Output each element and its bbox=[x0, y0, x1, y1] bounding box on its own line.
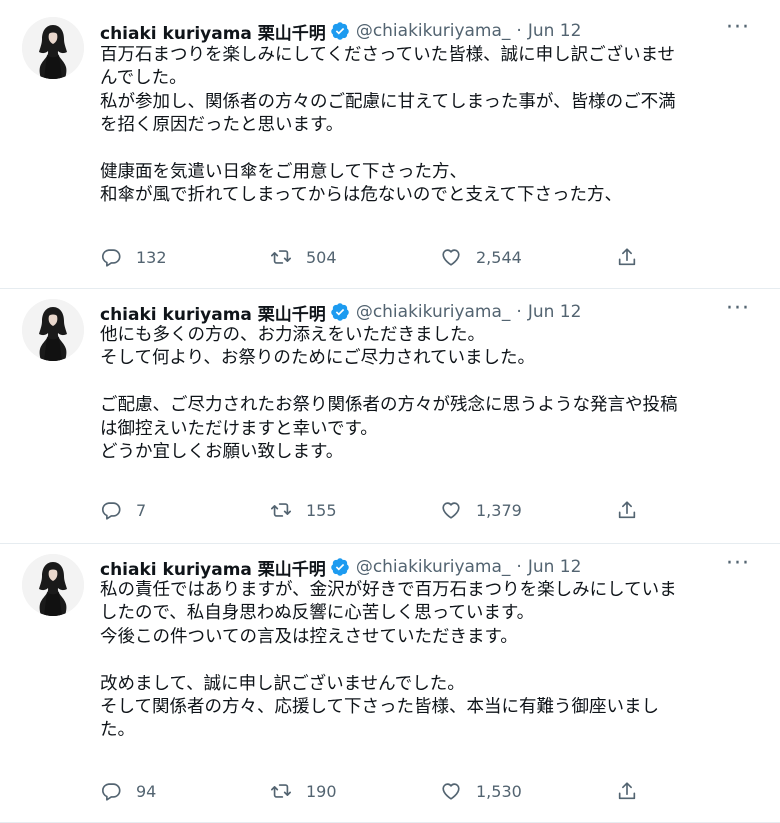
tweet-text-line: は御控えいただけますと幸いです。 bbox=[100, 418, 378, 439]
reply-count: 7 bbox=[136, 500, 147, 520]
retweet-button[interactable]: 155 bbox=[270, 499, 440, 521]
share-icon bbox=[616, 780, 638, 802]
more-options-icon[interactable]: ··· bbox=[726, 553, 750, 575]
share-icon bbox=[616, 246, 638, 268]
tweet-date[interactable]: Jun 12 bbox=[528, 302, 582, 322]
like-button[interactable]: 1,530 bbox=[440, 780, 610, 802]
retweet-count: 190 bbox=[306, 781, 337, 801]
reply-button[interactable]: 94 bbox=[100, 780, 270, 802]
reply-count: 132 bbox=[136, 247, 167, 267]
retweet-button[interactable]: 504 bbox=[270, 246, 440, 268]
tweet-text-line: どうか宜しくお願い致します。 bbox=[100, 441, 344, 462]
retweet-icon bbox=[270, 499, 306, 521]
tweet-text-line: そして何より、お祭りのためにご尽力されていました。 bbox=[100, 348, 536, 369]
tweet-actions: 132 504 2,544 bbox=[100, 243, 660, 271]
verified-badge-icon bbox=[330, 21, 350, 41]
separator-dot: · bbox=[516, 302, 522, 322]
like-count: 1,379 bbox=[476, 500, 522, 520]
reply-icon bbox=[100, 246, 136, 268]
tweet-text-line: 健康面を気遣い日傘をご用意して下さった方、 bbox=[100, 161, 467, 182]
retweet-button[interactable]: 190 bbox=[270, 780, 440, 802]
author-name[interactable]: chiaki kuriyama 栗山千明 bbox=[100, 19, 326, 44]
reply-icon bbox=[100, 499, 136, 521]
tweet-text-line: 百万石まつりを楽しみにしてくださっていた皆様、誠に申し訳ございませ bbox=[100, 45, 676, 65]
tweet-header: chiaki kuriyama 栗山千明 @chiakikuriyama_ · Jun… bbox=[100, 17, 750, 44]
tweet-text-line: た。 bbox=[100, 720, 135, 741]
share-button[interactable] bbox=[616, 780, 638, 802]
tweet-date[interactable]: Jun 12 bbox=[528, 557, 582, 577]
tweet-text-line: したので、私自身思わぬ反響に心苦しく思っています。 bbox=[100, 603, 535, 624]
like-button[interactable]: 2,544 bbox=[440, 246, 610, 268]
tweet-text-line: 今後この件ついての言及は控えさせていただきます。 bbox=[100, 626, 518, 647]
author-name[interactable]: chiaki kuriyama 栗山千明 bbox=[100, 300, 326, 325]
author-handle[interactable]: @chiakikuriyama_ bbox=[356, 302, 511, 322]
tweet-text-line: を招く原因だったと思います。 bbox=[100, 115, 344, 136]
tweet-text-line: 私の責任ではありますが、金沢が好きで百万石まつりを楽しみにしていま bbox=[100, 580, 677, 600]
author-handle[interactable]: @chiakikuriyama_ bbox=[356, 21, 511, 41]
author-name[interactable]: chiaki kuriyama 栗山千明 bbox=[100, 555, 326, 580]
author-handle[interactable]: @chiakikuriyama_ bbox=[356, 557, 511, 577]
like-count: 1,530 bbox=[476, 781, 522, 801]
tweet-text-line: そして関係者の方々、応援して下さった皆様、本当に有難う御座いまし bbox=[100, 696, 659, 717]
verified-badge-icon bbox=[330, 302, 350, 322]
avatar[interactable] bbox=[22, 554, 84, 616]
share-icon bbox=[616, 499, 638, 521]
tweet-text-line: ご配慮、ご尽力されたお祭り関係者の方々が残念に思うような発言や投稿 bbox=[100, 395, 678, 416]
tweet-text-line: 他にも多くの方の、お力添えをいただきました。 bbox=[100, 325, 485, 345]
tweet-text-line: 私が参加し、関係者の方々のご配慮に甘えてしまった事が、皆様のご不満 bbox=[100, 91, 676, 112]
like-button[interactable]: 1,379 bbox=[440, 499, 610, 521]
tweet-date[interactable]: Jun 12 bbox=[528, 21, 582, 41]
share-button[interactable] bbox=[616, 499, 638, 521]
tweet-thread: chiaki kuriyama 栗山千明 @chiakikuriyama_ · Jun… bbox=[0, 0, 780, 823]
tweet-actions: 7 155 1,379 bbox=[100, 496, 660, 524]
retweet-icon bbox=[270, 780, 306, 802]
tweet-text-line: んでした。 bbox=[100, 68, 187, 89]
reply-count: 94 bbox=[136, 781, 157, 801]
share-button[interactable] bbox=[616, 246, 638, 268]
avatar[interactable] bbox=[22, 17, 84, 79]
separator-dot: · bbox=[516, 557, 522, 577]
tweet-text: 百万石まつりを楽しみにしてくださっていた皆様、誠に申し訳ございませ んでした。 私が… bbox=[100, 44, 756, 208]
like-count: 2,544 bbox=[476, 247, 522, 267]
retweet-count: 504 bbox=[306, 247, 337, 267]
tweet-text: 私の責任ではありますが、金沢が好きで百万石まつりを楽しみにしていま したので、私自… bbox=[100, 579, 756, 743]
reply-button[interactable]: 132 bbox=[100, 246, 270, 268]
tweet-header: chiaki kuriyama 栗山千明 @chiakikuriyama_ · Jun… bbox=[100, 298, 750, 325]
tweet-actions: 94 190 1,530 bbox=[100, 777, 660, 805]
reply-icon bbox=[100, 780, 136, 802]
retweet-icon bbox=[270, 246, 306, 268]
heart-icon bbox=[440, 780, 476, 802]
heart-icon bbox=[440, 499, 476, 521]
tweet-text: 他にも多くの方の、お力添えをいただきました。そして何より、お祭りのためにご尽力さ… bbox=[100, 324, 756, 464]
separator-dot: · bbox=[516, 21, 522, 41]
tweet-text-line: 改めまして、誠に申し訳ございませんでした。 bbox=[100, 673, 465, 694]
tweet-header: chiaki kuriyama 栗山千明 @chiakikuriyama_ · Jun… bbox=[100, 553, 750, 580]
tweet[interactable]: chiaki kuriyama 栗山千明 @chiakikuriyama_ · Jun… bbox=[0, 0, 780, 289]
heart-icon bbox=[440, 246, 476, 268]
more-options-icon[interactable]: ··· bbox=[726, 17, 750, 39]
avatar[interactable] bbox=[22, 299, 84, 361]
retweet-count: 155 bbox=[306, 500, 337, 520]
tweet-text-line: 和傘が風で折れてしまってからは危ないのでと支えて下さった方、 bbox=[100, 185, 623, 206]
tweet[interactable]: chiaki kuriyama 栗山千明 @chiakikuriyama_ · Jun… bbox=[0, 289, 780, 544]
tweet[interactable]: chiaki kuriyama 栗山千明 @chiakikuriyama_ · Jun… bbox=[0, 544, 780, 823]
verified-badge-icon bbox=[330, 557, 350, 577]
more-options-icon[interactable]: ··· bbox=[726, 298, 750, 320]
reply-button[interactable]: 7 bbox=[100, 499, 270, 521]
